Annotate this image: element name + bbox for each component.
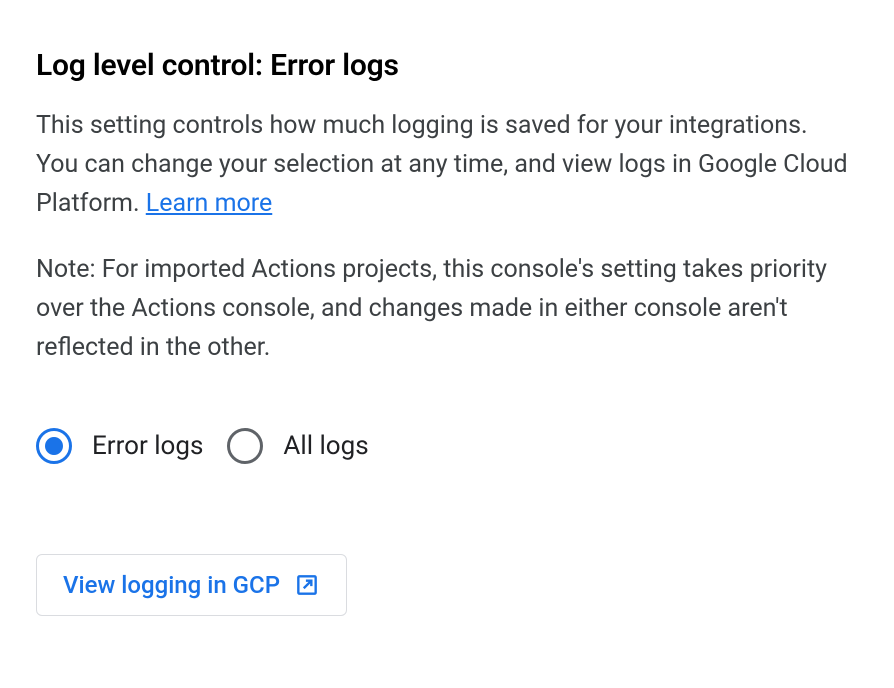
view-logging-gcp-button[interactable]: View logging in GCP [36,554,347,616]
note-text: Note: For imported Actions projects, thi… [36,251,856,367]
radio-option-all-logs[interactable]: All logs [227,428,368,464]
button-label: View logging in GCP [63,571,280,599]
learn-more-link[interactable]: Learn more [146,189,272,218]
description-text: This setting controls how much logging i… [36,107,856,223]
page-heading: Log level control: Error logs [36,48,858,83]
external-link-icon [294,572,320,598]
radio-label-all-logs: All logs [283,431,368,461]
radio-button-icon [227,428,263,464]
radio-option-error-logs[interactable]: Error logs [36,428,203,464]
radio-button-icon [36,428,72,464]
log-level-radio-group: Error logs All logs [36,428,858,464]
radio-label-error-logs: Error logs [92,431,203,461]
